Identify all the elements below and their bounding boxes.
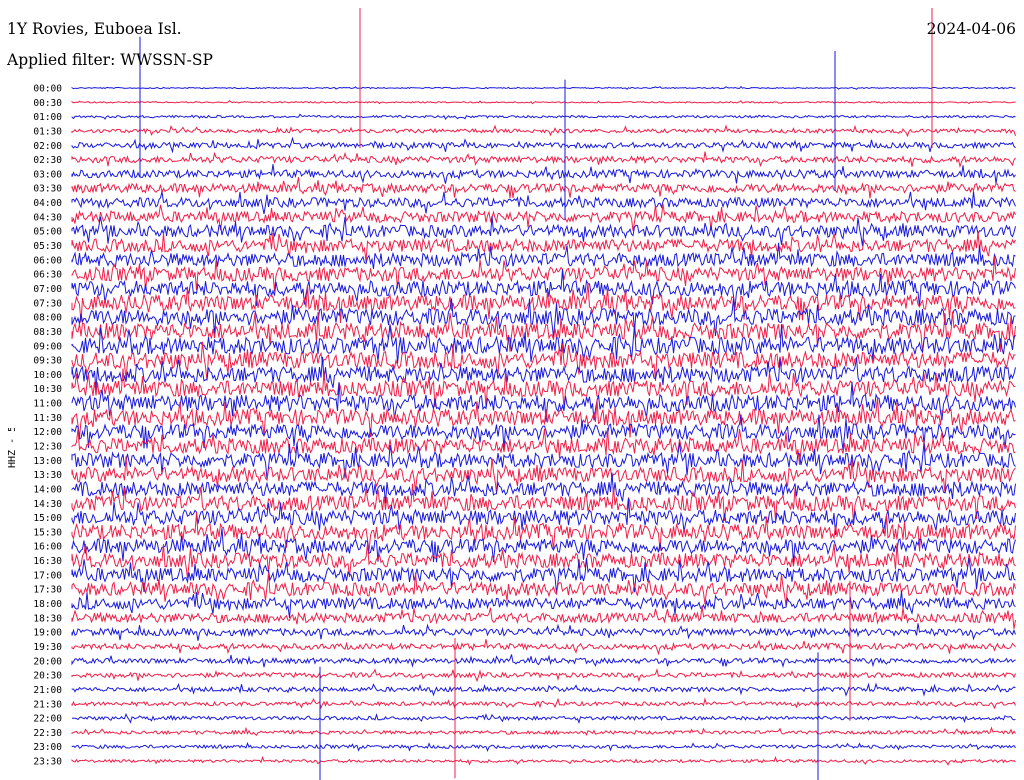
row-time-label: 08:30 [33,327,62,338]
seismic-trace-row [71,356,1016,391]
seismic-trace-row [71,498,1016,535]
row-time-label: 00:30 [33,98,62,109]
seismic-trace-row [71,151,1016,169]
seismic-trace-row [71,85,1016,90]
seismic-trace-row [71,623,1016,641]
seismic-trace-row [71,231,1016,262]
row-time-label: 08:00 [33,313,62,324]
seismic-traces [71,8,1016,780]
row-time-label: 09:30 [33,356,62,367]
station-title: 1Y Rovies, Euboea Isl. [7,20,182,38]
row-time-label: 15:30 [33,527,62,538]
row-time-label: 21:30 [33,699,62,710]
row-time-label: 23:30 [33,757,62,768]
row-time-label: 03:30 [33,184,62,195]
row-time-label: 19:30 [33,642,62,653]
seismic-trace-row [71,697,1016,710]
seismogram-plot: 00:00 00:30 01:00 01:30 02:00 02:30 03:00 03:30… [33,8,1016,780]
row-time-label: 16:00 [33,542,62,553]
seismic-trace-row [71,136,1016,154]
row-time-label: 05:00 [33,227,62,238]
row-time-label: 20:00 [33,656,62,667]
row-time-label: 04:00 [33,198,62,209]
row-time-label: 13:00 [33,456,62,467]
row-time-label: 12:30 [33,442,62,453]
row-time-label: 14:30 [33,499,62,510]
seismic-trace-row [71,726,1016,737]
row-time-label: 03:00 [33,169,62,180]
row-time-label: 04:30 [33,212,62,223]
row-time-label: 00:00 [33,84,62,95]
seismic-trace-row [71,741,1016,752]
seismic-trace-row [71,216,1016,247]
row-time-label: 15:00 [33,513,62,524]
seismic-trace-row [71,191,1016,215]
seismic-trace-row [71,668,1016,683]
seismic-trace-row [71,177,1016,199]
row-time-label: 17:00 [33,570,62,581]
filter-label: Applied filter: WWSSN-SP [7,51,213,69]
row-time-label: 22:30 [33,728,62,739]
row-time-label: 22:00 [33,714,62,725]
seismic-trace-row [71,124,1016,138]
row-time-label: 13:30 [33,470,62,481]
plot-date: 2024-04-06 [926,20,1016,38]
row-time-label: 18:30 [33,613,62,624]
seismic-trace-row [71,164,1016,184]
row-time-label: 19:00 [33,628,62,639]
row-time-label: 21:00 [33,685,62,696]
row-time-label: 10:30 [33,384,62,395]
seismic-trace-row [71,113,1016,121]
row-time-label: 01:00 [33,112,62,123]
channel-axis-label: HHZ - 50000 [7,428,18,468]
row-time-label: 06:00 [33,255,62,266]
row-time-label: 20:30 [33,671,62,682]
row-time-label: 10:00 [33,370,62,381]
seismic-trace-row [71,755,1016,766]
row-time-label: 18:00 [33,599,62,610]
row-time-label: 12:00 [33,427,62,438]
row-time-label: 14:00 [33,484,62,495]
row-time-label: 17:30 [33,585,62,596]
row-time-label: 23:00 [33,742,62,753]
row-time-label: 07:00 [33,284,62,295]
row-time-label: 02:00 [33,141,62,152]
row-time-label: 01:30 [33,126,62,137]
row-time-label: 05:30 [33,241,62,252]
row-time-label: 11:30 [33,413,62,424]
row-time-label: 02:30 [33,155,62,166]
seismic-trace-row [71,682,1016,697]
seismic-trace-row [71,203,1016,231]
seismic-trace-row [71,712,1016,725]
row-time-label: 06:30 [33,270,62,281]
seismic-trace-row [71,100,1016,105]
channel-label-text: HHZ - 50000 [7,428,18,468]
time-axis-labels: 00:00 00:30 01:00 01:30 02:00 02:30 03:00 03:30… [33,84,62,768]
seismic-trace-row [71,654,1016,669]
row-time-label: 09:00 [33,341,62,352]
row-time-label: 11:00 [33,399,62,410]
row-time-label: 16:30 [33,556,62,567]
seismic-trace-row [71,639,1016,656]
row-time-label: 07:30 [33,298,62,309]
